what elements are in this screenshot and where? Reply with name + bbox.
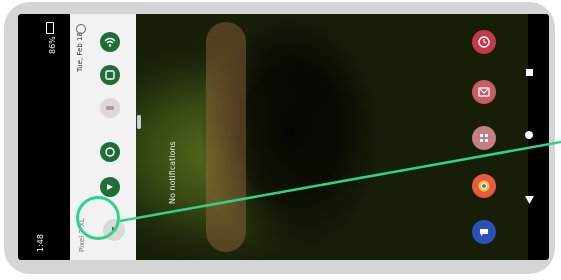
home-button[interactable] (523, 129, 535, 141)
do-not-disturb-icon (106, 106, 114, 110)
grid-icon (480, 134, 488, 142)
rotate-icon (107, 184, 113, 190)
message-icon (480, 229, 488, 236)
messages-app[interactable] (472, 220, 496, 244)
triangle-icon (524, 196, 534, 204)
status-time: 1:48 (36, 234, 45, 252)
battery-icon (46, 22, 54, 34)
dnd-tile[interactable] (100, 98, 120, 118)
bluetooth-icon (105, 70, 115, 80)
recents-button[interactable] (523, 66, 535, 78)
wifi-tile[interactable] (100, 32, 120, 52)
bluetooth-tile[interactable] (100, 65, 120, 85)
shade-drag-handle[interactable] (137, 115, 141, 129)
highlight-circle (76, 196, 120, 240)
clock-icon (478, 36, 490, 48)
status-bar: 1:48 86% (18, 14, 70, 260)
square-icon (525, 68, 533, 76)
autorotate-tile[interactable] (100, 177, 120, 197)
circle-icon (525, 131, 533, 139)
date-label: Tue, Feb 18 (76, 32, 84, 72)
mail-icon (478, 87, 490, 97)
gmail-app[interactable] (472, 80, 496, 104)
wallpaper (80, 14, 528, 260)
flashlight-icon (105, 147, 115, 157)
chrome-icon (478, 180, 490, 192)
flashlight-tile[interactable] (100, 142, 120, 162)
back-button[interactable] (523, 194, 535, 206)
chrome-app[interactable] (472, 174, 496, 198)
settings-icon[interactable] (76, 24, 86, 34)
no-notifications-text: No notifications (168, 141, 177, 204)
search-bar-pill[interactable] (206, 22, 246, 252)
wifi-icon (104, 37, 116, 47)
photos-app[interactable] (472, 126, 496, 150)
status-battery: 86% (48, 36, 57, 54)
clock-app[interactable] (472, 30, 496, 54)
